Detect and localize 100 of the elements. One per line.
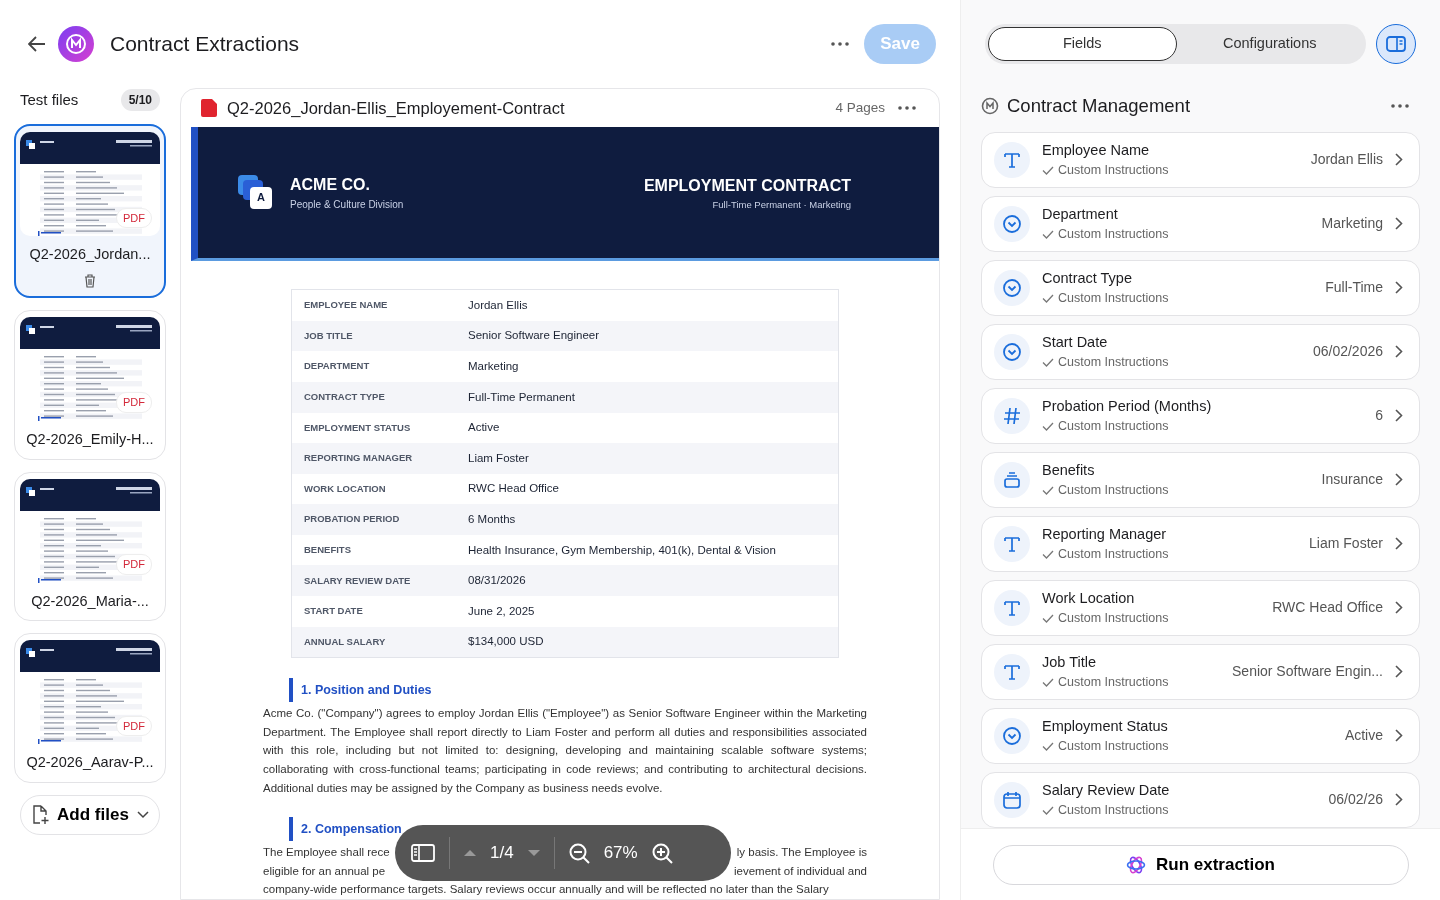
field-value: Marketing bbox=[468, 359, 519, 374]
next-page-button[interactable] bbox=[527, 850, 540, 856]
zoom-level: 67% bbox=[603, 842, 638, 865]
file-card[interactable]: PDF Q2-2026_Maria-... bbox=[14, 471, 166, 622]
field-card[interactable]: Employee Name Custom Instructions Jordan Ellis bbox=[981, 131, 1420, 188]
field-name: Reporting Manager bbox=[1042, 524, 1168, 544]
tab[interactable]: Fields bbox=[988, 27, 1177, 61]
paragraph-text: ievement of individual and bbox=[734, 863, 867, 879]
paragraph-text: eligible for an annual pe bbox=[263, 863, 386, 879]
field-name: Salary Review Date bbox=[1042, 780, 1170, 800]
paragraph-text: The Employee shall rece bbox=[263, 845, 390, 861]
field-label: START DATE bbox=[303, 604, 364, 619]
field-label: DEPARTMENT bbox=[303, 359, 371, 374]
field-card[interactable]: Employment Status Custom Instructions Active bbox=[981, 707, 1420, 764]
field-name: Start Date bbox=[1042, 332, 1109, 352]
zoom-out-button[interactable] bbox=[568, 842, 590, 864]
field-label: PROBATION PERIOD bbox=[303, 512, 401, 527]
zoom-out-icon bbox=[568, 842, 590, 864]
document-subtitle: Full-Time Permanent · Marketing bbox=[711, 197, 851, 212]
field-label: REPORTING MANAGER bbox=[303, 451, 414, 466]
field-value: Jordan Ellis bbox=[1310, 150, 1383, 170]
field-card[interactable]: Work Location Custom Instructions RWC Head Office bbox=[981, 579, 1420, 636]
field-card[interactable]: Reporting Manager Custom Instructions Liam Foster bbox=[981, 515, 1420, 572]
check-icon bbox=[1042, 550, 1054, 560]
field-label: BENEFITS bbox=[303, 543, 352, 558]
field-card[interactable]: Salary Review Date Custom Instructions 06/02/26 bbox=[981, 771, 1420, 828]
field-card[interactable]: Benefits Custom Instructions Insurance bbox=[981, 451, 1420, 508]
field-note: Custom Instructions bbox=[1058, 418, 1169, 436]
field-note: Custom Instructions bbox=[1058, 162, 1169, 180]
triangle-up-icon bbox=[464, 850, 476, 856]
panel-toggle-button[interactable] bbox=[1376, 24, 1416, 64]
dropdown-icon bbox=[1002, 213, 1022, 234]
field-value: Health Insurance, Gym Membership, 401(k), Dental & Vision bbox=[468, 542, 776, 558]
chevron-down-icon bbox=[136, 811, 149, 819]
check-icon bbox=[1042, 294, 1054, 304]
field-name: Benefits bbox=[1042, 460, 1096, 480]
check-icon bbox=[1042, 486, 1054, 496]
sidebar-toggle-button[interactable] bbox=[411, 844, 435, 862]
file-name: Q2-2026_Emily-H... bbox=[26, 429, 154, 449]
hash-icon bbox=[1002, 405, 1022, 426]
field-name: Employee Name bbox=[1042, 140, 1151, 160]
field-card[interactable]: Probation Period (Months) Custom Instructions 6 bbox=[981, 387, 1420, 444]
chevron-right-icon bbox=[1395, 665, 1403, 679]
field-note: Custom Instructions bbox=[1058, 482, 1169, 500]
file-type-badge: PDF bbox=[116, 554, 152, 575]
field-card[interactable]: Contract Type Custom Instructions Full-Time bbox=[981, 259, 1420, 316]
trash-icon bbox=[84, 273, 96, 288]
field-card[interactable]: Department Custom Instructions Marketing bbox=[981, 195, 1420, 252]
field-value: $134,000 USD bbox=[468, 634, 544, 650]
group-title: Contract Management bbox=[1007, 94, 1192, 118]
section-heading: 1. Position and Duties bbox=[289, 678, 432, 703]
file-plus-icon bbox=[31, 805, 50, 825]
file-name: Q2-2026_Maria-... bbox=[31, 591, 149, 611]
check-icon bbox=[1042, 422, 1054, 432]
field-note: Custom Instructions bbox=[1058, 546, 1169, 564]
chevron-right-icon bbox=[1395, 217, 1403, 231]
more-icon bbox=[898, 106, 916, 111]
field-note: Custom Instructions bbox=[1058, 290, 1169, 308]
file-card[interactable]: PDF Q2-2026_Emily-H... bbox=[14, 309, 166, 460]
tab[interactable]: Configurations bbox=[1176, 27, 1363, 61]
field-value: 6 bbox=[1375, 406, 1383, 426]
field-value: Full-Time Permanent bbox=[468, 389, 575, 405]
field-name: Work Location bbox=[1042, 588, 1136, 608]
field-name: Job Title bbox=[1042, 652, 1097, 672]
field-card[interactable]: Start Date Custom Instructions 06/02/2026 bbox=[981, 323, 1420, 380]
delete-button[interactable] bbox=[84, 273, 96, 288]
run-extraction-button[interactable]: Run extraction bbox=[992, 844, 1409, 885]
badge-m-icon bbox=[981, 96, 999, 115]
page-title: Contract Extractions bbox=[110, 31, 300, 58]
check-icon bbox=[1042, 614, 1054, 624]
chevron-right-icon bbox=[1395, 153, 1403, 167]
check-icon bbox=[1042, 166, 1054, 176]
file-card[interactable]: PDF Q2-2026_Jordan... bbox=[14, 124, 166, 298]
division-name: People & Culture Division bbox=[290, 198, 404, 213]
section-title: Test files bbox=[20, 89, 79, 110]
field-value: RWC Head Office bbox=[468, 481, 559, 497]
field-label: CONTRACT TYPE bbox=[303, 390, 386, 405]
pdf-file-icon bbox=[201, 99, 217, 118]
page-count: 4 Pages bbox=[835, 98, 885, 117]
field-card[interactable]: Job Title Custom Instructions Senior Software Engin... bbox=[981, 643, 1420, 700]
dropdown-icon bbox=[1002, 725, 1022, 746]
add-files-button[interactable]: Add files bbox=[20, 795, 160, 835]
atom-icon bbox=[1126, 854, 1146, 875]
field-value: Liam Foster bbox=[1309, 534, 1383, 554]
field-note: Custom Instructions bbox=[1058, 610, 1169, 628]
field-label: JOB TITLE bbox=[303, 328, 354, 343]
field-value: Jordan Ellis bbox=[468, 297, 528, 313]
field-value: Liam Foster bbox=[468, 450, 529, 466]
field-note: Custom Instructions bbox=[1058, 226, 1169, 244]
back-button[interactable] bbox=[28, 36, 46, 52]
field-value: Active bbox=[468, 420, 500, 436]
zoom-in-button[interactable] bbox=[651, 842, 673, 864]
zoom-in-icon bbox=[651, 842, 673, 864]
previous-page-button[interactable] bbox=[464, 850, 476, 856]
chevron-right-icon bbox=[1395, 793, 1403, 807]
field-name: Contract Type bbox=[1042, 268, 1133, 288]
chevron-right-icon bbox=[1395, 281, 1403, 295]
triangle-down-icon bbox=[527, 850, 540, 856]
file-card[interactable]: PDF Q2-2026_Aarav-P... bbox=[14, 633, 166, 783]
back-arrow-icon bbox=[28, 36, 46, 52]
